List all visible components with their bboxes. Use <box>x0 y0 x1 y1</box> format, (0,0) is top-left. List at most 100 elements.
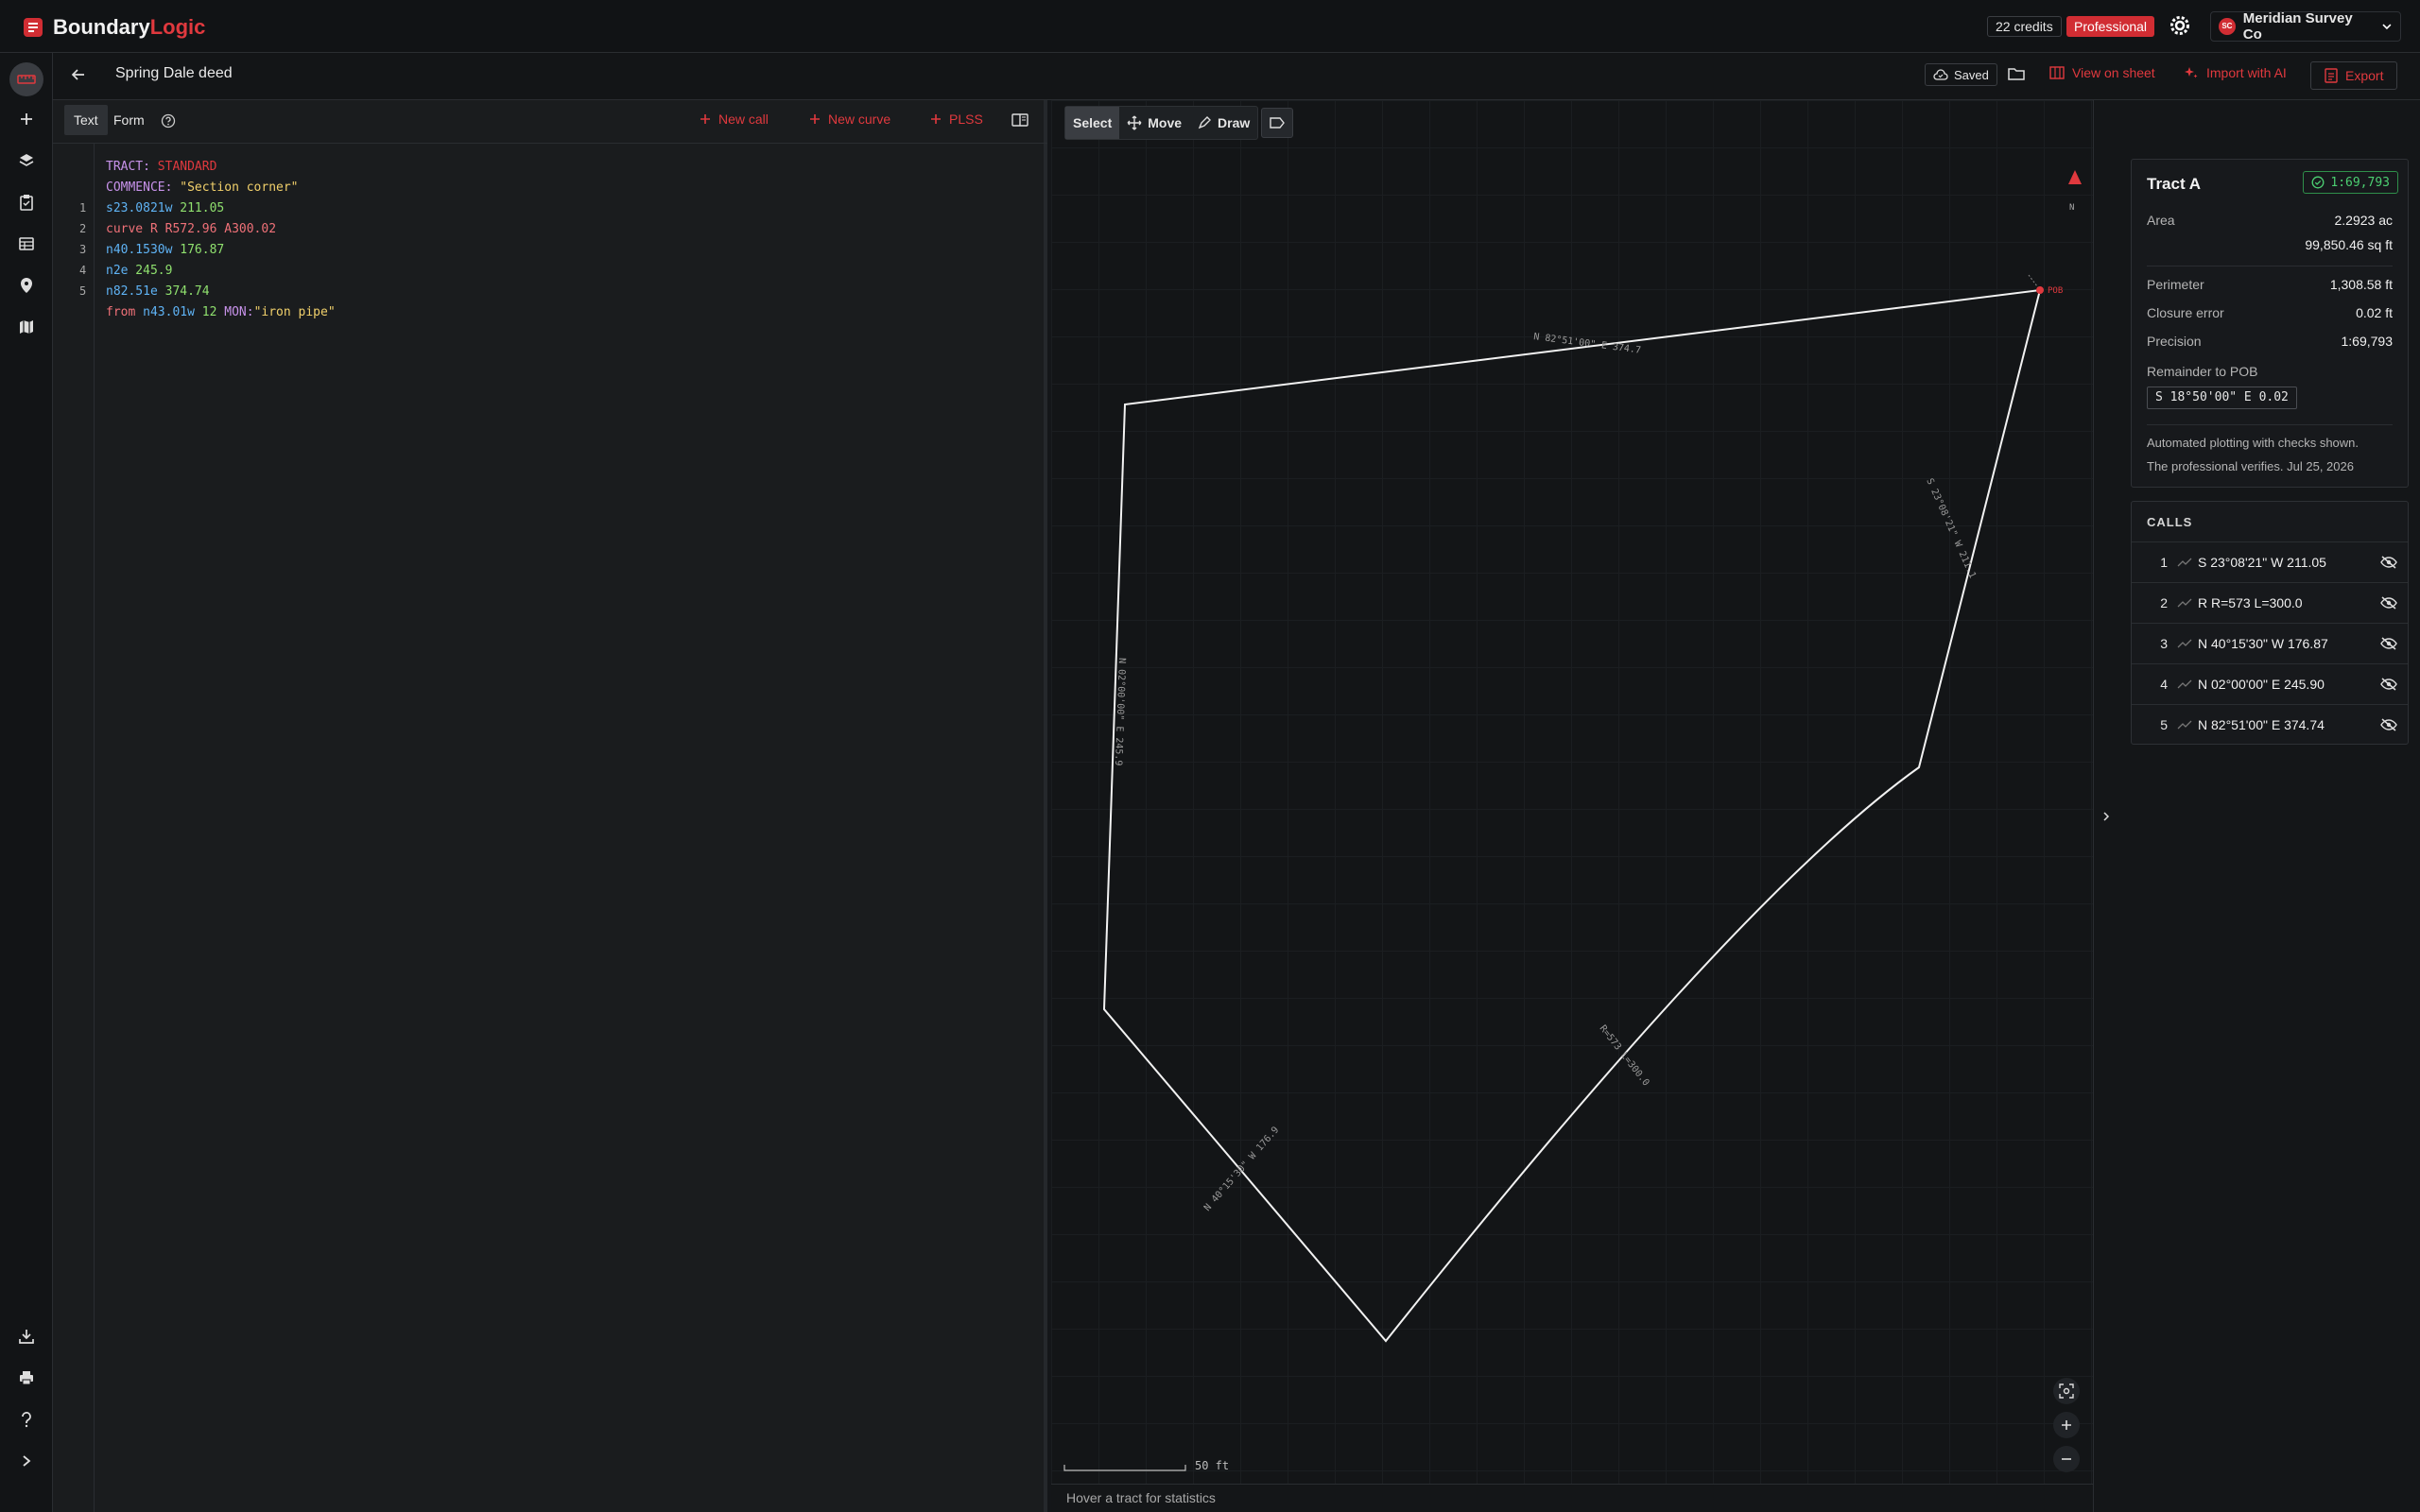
toggle-visibility-button[interactable] <box>2370 555 2408 569</box>
call-text: S 23°08'21" W 211.05 <box>2198 554 2326 570</box>
stat-value: 99,850.46 sq ft <box>2305 237 2393 252</box>
new-curve-button[interactable]: New curve <box>809 112 890 127</box>
code-line[interactable]: n82.51e 374.74 <box>106 282 210 302</box>
rail-item-layers[interactable] <box>9 144 43 178</box>
line-number: 4 <box>79 264 87 277</box>
fit-view-button[interactable] <box>2053 1378 2080 1404</box>
line-call-icon <box>2177 639 2192 647</box>
line-number: 3 <box>79 243 87 256</box>
code-line[interactable]: s23.0821w 211.05 <box>106 198 224 219</box>
map-canvas[interactable]: Select Move Draw N POB N 82°51'00" E 374… <box>1051 100 2093 1512</box>
plus-icon <box>21 113 32 125</box>
zoom-out-button[interactable] <box>2053 1446 2080 1472</box>
code-line[interactable]: TRACT: STANDARD <box>106 157 216 178</box>
tract-boundary[interactable] <box>1102 288 2042 1343</box>
code-line[interactable]: n2e 245.9 <box>106 261 172 282</box>
scale-bar <box>1063 1465 1186 1471</box>
precision-badge-value: 1:69,793 <box>2330 175 2390 190</box>
panel-collapse-handle[interactable] <box>2093 100 2118 1512</box>
arrow-left-icon <box>71 69 84 80</box>
verify-note-date: The professional verifies. Jul 25, 2026 <box>2147 459 2354 473</box>
eye-off-icon <box>2380 555 2397 569</box>
rail-item-table[interactable] <box>9 227 43 261</box>
line-number: 2 <box>79 222 87 235</box>
rail-item-help[interactable] <box>9 1402 43 1436</box>
back-button[interactable] <box>70 66 87 83</box>
plss-button[interactable]: PLSS <box>930 112 983 127</box>
code-line[interactable]: from n43.01w 12 MON:"iron pipe" <box>106 302 336 323</box>
rail-item-print[interactable] <box>9 1361 43 1395</box>
call-row[interactable]: 1 S 23°08'21" W 211.05 <box>2132 541 2408 581</box>
pob-marker[interactable] <box>2036 286 2044 294</box>
line-call-icon <box>2177 720 2192 729</box>
call-row[interactable]: 3 N 40°15'30" W 176.87 <box>2132 623 2408 662</box>
view-on-sheet-button[interactable]: View on sheet <box>2049 65 2155 80</box>
minus-icon <box>2062 1458 2071 1460</box>
code-keyword: TRACT: <box>106 160 150 174</box>
download-icon <box>19 1330 34 1344</box>
settings-button[interactable] <box>2169 14 2191 37</box>
rail-item-ruler[interactable] <box>9 62 43 96</box>
perimeter-row: Perimeter 1,308.58 ft <box>2147 277 2393 292</box>
zoom-in-button[interactable] <box>2053 1412 2080 1438</box>
toggle-visibility-button[interactable] <box>2370 677 2408 691</box>
code-bearing: n40.1530w <box>106 243 173 257</box>
export-icon <box>2325 68 2338 83</box>
eye-off-icon <box>2380 595 2397 610</box>
account-menu[interactable]: SC Meridian Survey Co <box>2210 10 2401 43</box>
sheet-icon <box>2049 66 2065 79</box>
rail-item-expand[interactable] <box>9 1444 43 1478</box>
code-distance: 176.87 <box>172 243 225 257</box>
code-distance: 12 <box>194 305 217 319</box>
toggle-visibility-button[interactable] <box>2370 595 2408 610</box>
focus-icon <box>2059 1383 2074 1399</box>
import-with-ai-button[interactable]: Import with AI <box>2184 65 2287 80</box>
credits-badge[interactable]: 22 credits <box>1987 16 2062 37</box>
document-title[interactable]: Spring Dale deed <box>115 65 233 82</box>
help-button[interactable] <box>161 113 176 129</box>
rail-item-clipboard[interactable] <box>9 185 43 219</box>
cloud-check-icon <box>1933 69 1948 80</box>
deed-editor: Text Form New call New curve PLSS 1 2 3 … <box>53 100 1047 1512</box>
code-line[interactable]: COMMENCE: "Section corner" <box>106 178 299 198</box>
saved-status: Saved <box>1925 63 1997 86</box>
stat-value: 1:69,793 <box>2341 334 2394 349</box>
account-name: Meridian Survey Co <box>2242 10 2353 43</box>
reference-panel-button[interactable] <box>1011 113 1028 127</box>
status-text: Hover a tract for statistics <box>1066 1490 1216 1505</box>
code-distance: 211.05 <box>172 201 225 215</box>
folder-icon <box>2008 68 2025 80</box>
call-row[interactable]: 2 R R=573 L=300.0 <box>2132 582 2408 622</box>
code-bearing: n2e <box>106 264 129 278</box>
code-line[interactable]: curve R R572.96 A300.02 <box>106 219 276 240</box>
plss-label: PLSS <box>949 112 983 127</box>
avatar: SC <box>2219 18 2236 35</box>
toggle-visibility-button[interactable] <box>2370 717 2408 731</box>
new-call-button[interactable]: New call <box>700 112 769 127</box>
code-string: "iron pipe" <box>253 305 336 319</box>
plat-drawing: N POB N 82°51'00" E 374.7 S 23°08'21" W … <box>1063 170 2082 1471</box>
code-bearing: n82.51e <box>106 284 158 299</box>
tab-text[interactable]: Text <box>64 105 108 135</box>
folder-button[interactable] <box>2008 66 2025 81</box>
chevron-right-icon <box>23 1455 31 1467</box>
app-logo[interactable]: BoundaryLogic <box>23 15 205 40</box>
map-icon <box>20 320 33 334</box>
eye-off-icon <box>2380 677 2397 691</box>
area-sqft-row: 99,850.46 sq ft <box>2147 237 2393 252</box>
call-row[interactable]: 5 N 82°51'00" E 374.74 <box>2132 704 2408 744</box>
question-icon <box>22 1412 31 1428</box>
rail-item-map[interactable] <box>9 310 43 344</box>
rail-item-location[interactable] <box>9 268 43 302</box>
toggle-visibility-button[interactable] <box>2370 636 2408 650</box>
map-pin-icon <box>21 278 32 293</box>
call-row[interactable]: 4 N 02°00'00" E 245.90 <box>2132 663 2408 703</box>
stat-value: 0.02 ft <box>2356 305 2393 320</box>
rail-item-download[interactable] <box>9 1319 43 1353</box>
export-button[interactable]: Export <box>2310 61 2398 90</box>
rail-item-add[interactable] <box>9 102 43 136</box>
code-line[interactable]: n40.1530w 176.87 <box>106 240 224 261</box>
check-circle-icon <box>2311 176 2325 189</box>
tab-form[interactable]: Form <box>104 105 154 135</box>
book-icon <box>1011 113 1028 127</box>
